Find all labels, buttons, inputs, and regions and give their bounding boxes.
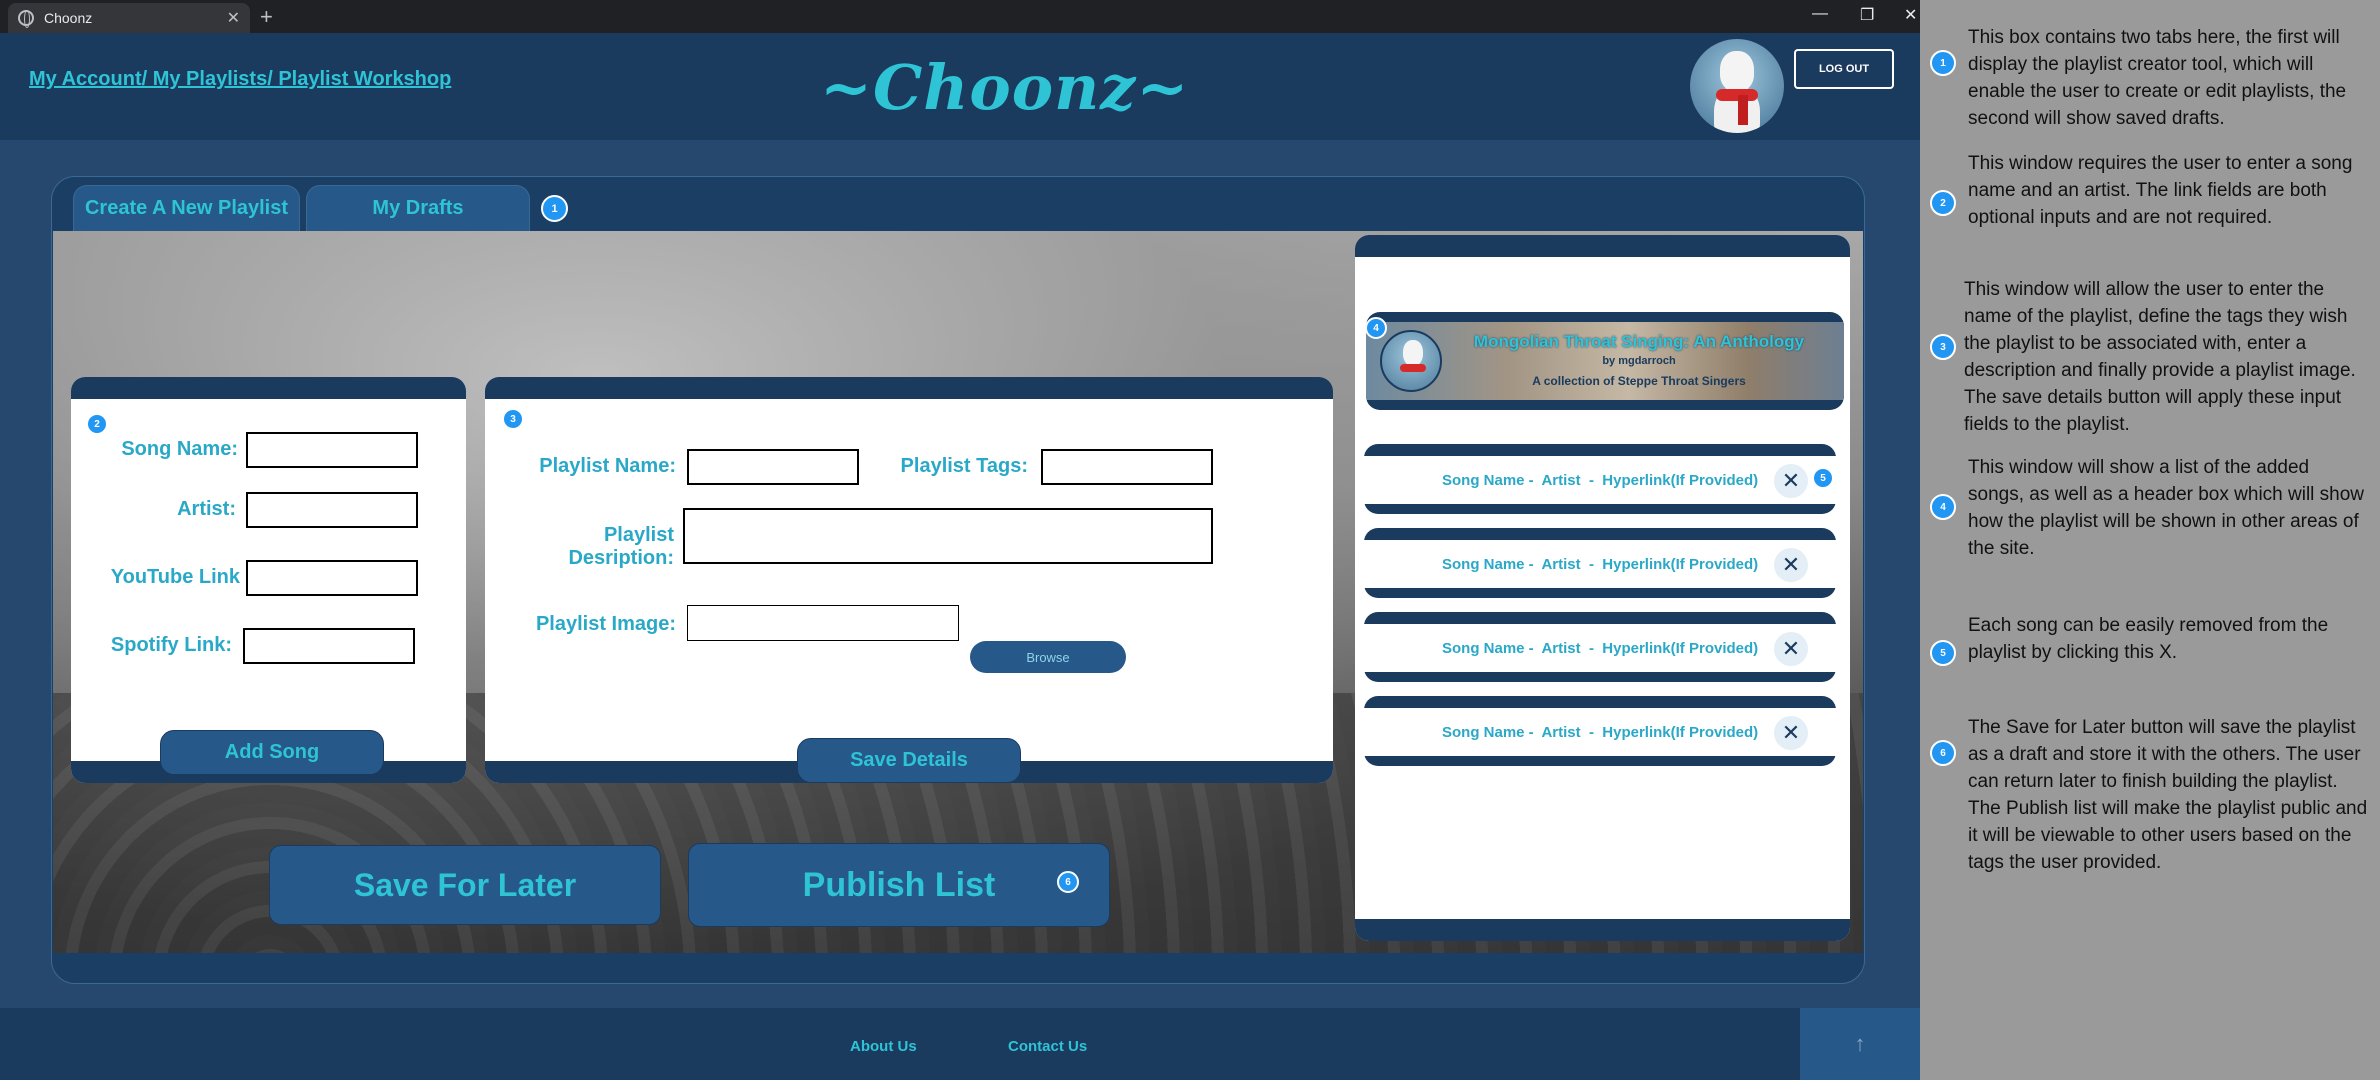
playlist-header-preview: Mongolian Throat Singing: An Anthology b… <box>1366 312 1844 410</box>
contact-us-link[interactable]: Contact Us <box>1008 1038 1087 1055</box>
app-window: My Account/ My Playlists/ Playlist Works… <box>0 33 1920 1080</box>
song-top-band <box>1364 444 1836 456</box>
playlist-name-label: Playlist Name: <box>539 455 676 477</box>
globe-icon <box>18 10 34 28</box>
song-list-item: Song Name - Artist - Hyperlink(If Provid… <box>1364 612 1836 682</box>
artist-label: Artist: <box>177 498 236 520</box>
note-text: Each song can be easily removed from the… <box>1968 615 2329 663</box>
avatar[interactable] <box>1690 39 1784 133</box>
preview-title: Mongolian Throat Singing: An Anthology <box>1473 332 1805 351</box>
song-list-item: Song Name - Artist - Hyperlink(If Provid… <box>1364 528 1836 598</box>
song-list-text: Song Name - Artist - Hyperlink(If Provid… <box>1442 640 1759 657</box>
artist-input[interactable] <box>246 492 418 528</box>
browser-tab-title: Choonz <box>44 10 93 26</box>
preview-author: by mgdarroch <box>1602 355 1676 367</box>
publish-list-button[interactable]: Publish List <box>688 843 1110 927</box>
note-badge: 2 <box>1930 190 1956 216</box>
note-text: The Save for Later button will save the … <box>1968 717 2368 873</box>
note-badge: 1 <box>1930 50 1956 76</box>
llama-head-shape <box>1403 340 1423 366</box>
note-badge: 4 <box>1930 494 1956 520</box>
spotify-link-label: Spotify Link: <box>110 634 232 656</box>
playlist-tags-label: Playlist Tags: <box>900 455 1028 477</box>
song-list-text: Song Name - Artist - Hyperlink(If Provid… <box>1442 724 1759 741</box>
add-song-button[interactable]: Add Song <box>160 730 384 775</box>
song-name-label: Song Name: <box>121 438 238 460</box>
annotation-badge-6: 6 <box>1057 871 1079 893</box>
tab-close-icon[interactable]: ✕ <box>227 8 240 28</box>
remove-song-icon[interactable]: ✕ <box>1774 464 1808 498</box>
playlist-image-input[interactable] <box>687 605 959 641</box>
annotation-badge-1: 1 <box>541 195 568 222</box>
song-list-text: Song Name - Artist - Hyperlink(If Provid… <box>1442 472 1759 489</box>
window-close-icon[interactable]: ✕ <box>1904 5 1917 25</box>
note-text: This window will allow the user to enter… <box>1964 279 2356 435</box>
scarf-tail-shape <box>1738 95 1748 125</box>
song-bottom-band <box>1364 504 1836 514</box>
playlist-form-card <box>485 377 1333 783</box>
playlist-name-input[interactable] <box>687 449 859 485</box>
site-header: My Account/ My Playlists/ Playlist Works… <box>0 33 1920 140</box>
playlist-tags-input[interactable] <box>1041 449 1213 485</box>
logout-button[interactable]: LOG OUT <box>1794 49 1894 89</box>
note-text: This box contains two tabs here, the fir… <box>1968 27 2347 129</box>
song-list-item: Song Name - Artist - Hyperlink(If Provid… <box>1364 696 1836 766</box>
youtube-link-label: YouTube Link <box>110 566 240 588</box>
save-for-later-button[interactable]: Save For Later <box>269 845 661 925</box>
song-bottom-band <box>1364 588 1836 598</box>
song-top-band <box>1364 696 1836 708</box>
breadcrumb[interactable]: My Account/ My Playlists/ Playlist Works… <box>29 68 451 91</box>
about-us-link[interactable]: About Us <box>850 1038 917 1055</box>
browser-chrome: Choonz ✕ + — ❐ ✕ <box>0 0 1920 33</box>
annotation-badge-5: 5 <box>1812 467 1834 489</box>
card-header-band <box>485 377 1333 399</box>
llama-head-shape <box>1720 51 1754 91</box>
song-list-item: Song Name - Artist - Hyperlink(If Provid… <box>1364 444 1836 514</box>
card-footer-band <box>1355 919 1850 941</box>
site-logo: ~Choonz~ <box>820 51 1190 124</box>
annotation-badge-3: 3 <box>502 408 524 430</box>
new-tab-icon[interactable]: + <box>260 4 273 30</box>
scarf-shape <box>1716 89 1758 101</box>
browser-tab[interactable]: Choonz ✕ <box>8 3 250 33</box>
spotify-link-input[interactable] <box>243 628 415 664</box>
save-details-button[interactable]: Save Details <box>797 738 1021 783</box>
site-footer: About Us Contact Us ↑ <box>0 1008 1920 1080</box>
playlist-description-input[interactable] <box>683 508 1213 564</box>
annotation-badge-2: 2 <box>86 413 108 435</box>
minimize-icon[interactable]: — <box>1812 5 1828 23</box>
song-name-input[interactable] <box>246 432 418 468</box>
card-header-band <box>71 377 466 399</box>
note-text: This window requires the user to enter a… <box>1968 153 2353 228</box>
annotation-sidebar: 1 This box contains two tabs here, the f… <box>1920 0 2380 1080</box>
banner-avatar <box>1380 330 1442 392</box>
note-text: This window will show a list of the adde… <box>1968 457 2365 559</box>
remove-song-icon[interactable]: ✕ <box>1774 632 1808 666</box>
note-badge: 6 <box>1930 740 1956 766</box>
song-top-band <box>1364 528 1836 540</box>
note-badge: 3 <box>1930 334 1956 360</box>
preview-description: A collection of Steppe Throat Singers <box>1532 374 1746 388</box>
note-badge: 5 <box>1930 640 1956 666</box>
tab-create-new-playlist[interactable]: Create A New Playlist <box>73 185 300 231</box>
tab-my-drafts[interactable]: My Drafts <box>306 185 530 231</box>
playlist-description-label: Playlist Desription: <box>568 524 674 569</box>
browse-button[interactable]: Browse <box>970 641 1126 673</box>
song-bottom-band <box>1364 756 1836 766</box>
scroll-to-top-button[interactable]: ↑ <box>1800 1008 1920 1080</box>
scarf-shape <box>1400 364 1426 372</box>
annotation-badge-4: 4 <box>1365 317 1387 339</box>
restore-icon[interactable]: ❐ <box>1860 5 1874 25</box>
song-top-band <box>1364 612 1836 624</box>
song-list-text: Song Name - Artist - Hyperlink(If Provid… <box>1442 556 1759 573</box>
card-header-band <box>1355 235 1850 257</box>
remove-song-icon[interactable]: ✕ <box>1774 548 1808 582</box>
playlist-image-label: Playlist Image: <box>535 613 676 635</box>
youtube-link-input[interactable] <box>246 560 418 596</box>
remove-song-icon[interactable]: ✕ <box>1774 716 1808 750</box>
song-bottom-band <box>1364 672 1836 682</box>
